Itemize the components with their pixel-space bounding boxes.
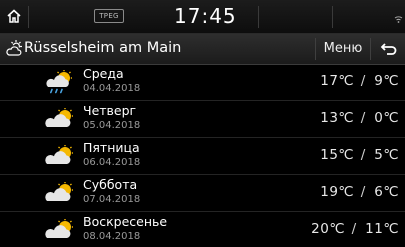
- back-arrow-icon: [380, 43, 396, 55]
- forecast-date: 08.04.2018: [83, 231, 141, 242]
- temperature-high: 19℃: [320, 184, 355, 200]
- sun-cloud-icon: [45, 145, 73, 164]
- temperature-low: 6℃: [374, 184, 399, 200]
- home-icon: [7, 9, 21, 23]
- clock: 17:45: [174, 4, 237, 28]
- day-name: Пятница: [83, 140, 140, 155]
- back-button[interactable]: [370, 38, 405, 60]
- forecast-date: 04.04.2018: [83, 83, 141, 94]
- temperature-high: 13℃: [320, 110, 355, 126]
- day-name: Суббота: [83, 177, 138, 192]
- divider: [258, 6, 259, 28]
- temperature-high: 15℃: [320, 147, 355, 163]
- forecast-row[interactable]: Суббота 07.04.2018 19℃ / 6℃: [0, 175, 405, 212]
- partly-sunny-icon: [6, 40, 22, 56]
- day-name: Воскресенье: [83, 214, 168, 229]
- divider: [28, 6, 29, 28]
- forecast-date: 05.04.2018: [83, 120, 141, 131]
- forecast-row[interactable]: Пятница 06.04.2018 15℃ / 5℃: [0, 138, 405, 175]
- temperature-range: 17℃ / 9℃: [320, 73, 399, 89]
- day-name: Среда: [83, 66, 124, 81]
- sun-cloud-icon: [45, 108, 73, 127]
- temperature-separator: /: [360, 73, 366, 89]
- city-name: Rüsselsheim am Main: [24, 40, 182, 56]
- temperature-low: 9℃: [374, 73, 399, 89]
- forecast-row[interactable]: Воскресенье 08.04.2018 20℃ / 11℃: [0, 212, 405, 247]
- tpeg-indicator: TPEG: [94, 9, 124, 23]
- temperature-separator: /: [360, 110, 366, 126]
- temperature-low: 5℃: [374, 147, 399, 163]
- wifi-signal-icon: [394, 16, 403, 23]
- day-name: Четверг: [83, 103, 137, 118]
- temperature-range: 20℃ / 11℃: [311, 221, 399, 237]
- sun-cloud-icon: [45, 219, 73, 238]
- sun-cloud-icon: [45, 182, 73, 201]
- temperature-separator: /: [360, 147, 366, 163]
- temperature-high: 20℃: [311, 221, 345, 237]
- temperature-range: 15℃ / 5℃: [320, 147, 399, 163]
- forecast-date: 06.04.2018: [83, 157, 141, 168]
- temperature-separator: /: [360, 184, 366, 200]
- status-bar: TPEG 17:45: [0, 0, 405, 34]
- title-bar: Rüsselsheim am Main Меню: [0, 34, 405, 65]
- forecast-row[interactable]: Среда 04.04.2018 17℃ / 9℃: [0, 64, 405, 101]
- temperature-low: 0℃: [374, 110, 399, 126]
- weather-screen: TPEG 17:45 Rüsselsheim am Main Меню Сред…: [0, 0, 405, 247]
- home-button[interactable]: [0, 2, 28, 30]
- divider: [332, 6, 333, 28]
- temperature-low: 11℃: [365, 221, 399, 237]
- temperature-high: 17℃: [320, 73, 355, 89]
- temperature-range: 19℃ / 6℃: [320, 184, 399, 200]
- temperature-separator: /: [351, 221, 357, 237]
- menu-button[interactable]: Меню: [315, 38, 370, 60]
- forecast-row[interactable]: Четверг 05.04.2018 13℃ / 0℃: [0, 101, 405, 138]
- sun-cloud-rain-icon: [46, 70, 72, 94]
- temperature-range: 13℃ / 0℃: [320, 110, 399, 126]
- forecast-date: 07.04.2018: [83, 194, 141, 205]
